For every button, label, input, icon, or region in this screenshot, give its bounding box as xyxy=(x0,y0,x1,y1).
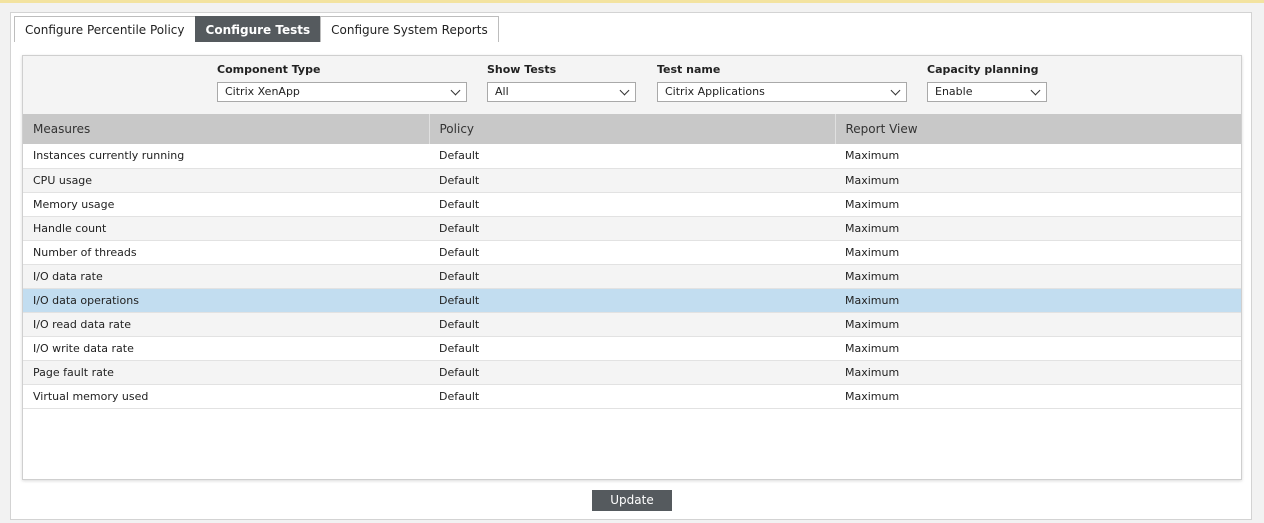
column-header-policy[interactable]: Policy xyxy=(429,114,836,144)
measures-table: Measures Policy Report View Instances cu… xyxy=(23,114,1241,409)
measure-cell: I/O data operations xyxy=(23,288,429,313)
test-name-value: Citrix Applications xyxy=(665,85,765,98)
update-button[interactable]: Update xyxy=(592,490,672,511)
table-row[interactable]: Number of threads Default Maximum xyxy=(23,240,1241,265)
policy-cell[interactable]: Default xyxy=(429,336,835,361)
component-type-group: Component Type Citrix XenApp xyxy=(217,63,467,102)
report-view-cell[interactable]: Maximum xyxy=(835,384,1241,409)
capacity-planning-group: Capacity planning Enable xyxy=(927,63,1047,102)
show-tests-group: Show Tests All xyxy=(487,63,636,102)
policy-cell[interactable]: Default xyxy=(429,144,835,169)
table-row[interactable]: Page fault rate Default Maximum xyxy=(23,360,1241,385)
measure-cell: Virtual memory used xyxy=(23,384,429,409)
component-type-value: Citrix XenApp xyxy=(225,85,300,98)
capacity-planning-label: Capacity planning xyxy=(927,63,1039,76)
policy-cell[interactable]: Default xyxy=(429,240,835,265)
measure-cell: I/O read data rate xyxy=(23,312,429,337)
report-view-cell[interactable]: Maximum xyxy=(835,168,1241,193)
filter-bar: Component Type Citrix XenApp Show Tests … xyxy=(23,56,1241,115)
show-tests-label: Show Tests xyxy=(487,63,557,76)
table-row[interactable]: CPU usage Default Maximum xyxy=(23,168,1241,193)
report-view-cell[interactable]: Maximum xyxy=(835,240,1241,265)
test-name-select[interactable]: Citrix Applications xyxy=(657,82,907,102)
report-view-cell[interactable]: Maximum xyxy=(835,360,1241,385)
tests-panel: Component Type Citrix XenApp Show Tests … xyxy=(22,55,1242,480)
top-accent-line xyxy=(0,0,1264,3)
measure-cell: Memory usage xyxy=(23,192,429,217)
capacity-planning-value: Enable xyxy=(935,85,973,98)
tab-configure-system-reports[interactable]: Configure System Reports xyxy=(320,16,499,42)
chevron-down-icon xyxy=(619,85,630,96)
policy-cell[interactable]: Default xyxy=(429,216,835,241)
table-row[interactable]: Instances currently running Default Maxi… xyxy=(23,144,1241,169)
report-view-cell[interactable]: Maximum xyxy=(835,288,1241,313)
component-type-label: Component Type xyxy=(217,63,321,76)
chevron-down-icon xyxy=(450,85,461,96)
policy-cell[interactable]: Default xyxy=(429,192,835,217)
test-name-label: Test name xyxy=(657,63,721,76)
report-view-cell[interactable]: Maximum xyxy=(835,312,1241,337)
tab-configure-tests[interactable]: Configure Tests xyxy=(194,16,322,42)
measure-cell: Handle count xyxy=(23,216,429,241)
table-header-row: Measures Policy Report View xyxy=(23,114,1241,144)
policy-cell[interactable]: Default xyxy=(429,360,835,385)
report-view-cell[interactable]: Maximum xyxy=(835,144,1241,169)
table-row[interactable]: I/O write data rate Default Maximum xyxy=(23,336,1241,361)
report-view-cell[interactable]: Maximum xyxy=(835,192,1241,217)
policy-cell[interactable]: Default xyxy=(429,168,835,193)
report-view-cell[interactable]: Maximum xyxy=(835,264,1241,289)
measure-cell: I/O data rate xyxy=(23,264,429,289)
table-row[interactable]: I/O data rate Default Maximum xyxy=(23,264,1241,289)
chevron-down-icon xyxy=(890,85,901,96)
policy-cell[interactable]: Default xyxy=(429,264,835,289)
policy-cell[interactable]: Default xyxy=(429,288,835,313)
policy-cell[interactable]: Default xyxy=(429,384,835,409)
measure-cell: CPU usage xyxy=(23,168,429,193)
measure-cell: I/O write data rate xyxy=(23,336,429,361)
table-row[interactable]: Memory usage Default Maximum xyxy=(23,192,1241,217)
table-row[interactable]: Handle count Default Maximum xyxy=(23,216,1241,241)
policy-cell[interactable]: Default xyxy=(429,312,835,337)
tab-configure-percentile-policy[interactable]: Configure Percentile Policy xyxy=(14,16,196,42)
measure-cell: Number of threads xyxy=(23,240,429,265)
tab-bar: Configure Percentile Policy Configure Te… xyxy=(14,16,499,42)
column-header-measures[interactable]: Measures xyxy=(23,114,430,144)
capacity-planning-select[interactable]: Enable xyxy=(927,82,1047,102)
test-name-group: Test name Citrix Applications xyxy=(657,63,907,102)
table-row[interactable]: I/O read data rate Default Maximum xyxy=(23,312,1241,337)
show-tests-value: All xyxy=(495,85,509,98)
measure-cell: Instances currently running xyxy=(23,144,429,169)
table-row-selected[interactable]: I/O data operations Default Maximum xyxy=(23,288,1241,313)
report-view-cell[interactable]: Maximum xyxy=(835,336,1241,361)
table-row[interactable]: Virtual memory used Default Maximum xyxy=(23,384,1241,409)
component-type-select[interactable]: Citrix XenApp xyxy=(217,82,467,102)
measure-cell: Page fault rate xyxy=(23,360,429,385)
show-tests-select[interactable]: All xyxy=(487,82,636,102)
chevron-down-icon xyxy=(1030,85,1041,96)
report-view-cell[interactable]: Maximum xyxy=(835,216,1241,241)
column-header-report-view[interactable]: Report View xyxy=(835,114,1241,144)
